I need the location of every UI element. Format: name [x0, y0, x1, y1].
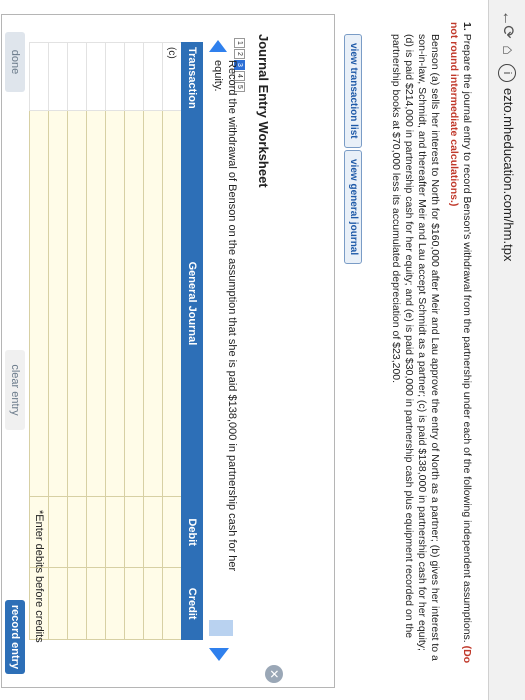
- credit-input[interactable]: [67, 567, 87, 640]
- debit-input[interactable]: [124, 496, 144, 568]
- transaction-cell: [29, 42, 49, 111]
- transaction-cell: [67, 42, 87, 111]
- debit-input[interactable]: [105, 496, 125, 568]
- clear-entry-button[interactable]: clear entry: [5, 350, 25, 430]
- step-2[interactable]: 2: [234, 49, 245, 59]
- worksheet-title: Journal Entry Worksheet: [256, 34, 271, 188]
- view-transaction-list-button[interactable]: view transaction list: [344, 34, 362, 148]
- account-input[interactable]: [124, 110, 144, 497]
- debit-column-header: Debit: [181, 496, 203, 568]
- transaction-column-header: Transaction: [181, 42, 203, 111]
- question-scenario: Benson (a) sells her interest to North f…: [390, 34, 441, 661]
- done-button[interactable]: done: [5, 32, 25, 92]
- table-row: [67, 42, 87, 640]
- debit-input[interactable]: [67, 496, 87, 568]
- debit-input[interactable]: [162, 496, 182, 568]
- reload-icon[interactable]: ⟳: [497, 22, 517, 42]
- table-row: [105, 42, 125, 640]
- transaction-cell: [124, 42, 144, 111]
- transaction-cell: [143, 42, 163, 111]
- rotated-screen: ← ⟳ ⌂ i ezto.mheducation.com/hm.tpx 1. P…: [0, 0, 525, 700]
- account-input[interactable]: [67, 110, 87, 497]
- account-input[interactable]: [143, 110, 163, 497]
- table-row: [143, 42, 163, 640]
- table-row: [124, 42, 144, 640]
- next-arrow-icon[interactable]: [209, 648, 229, 661]
- journal-entry-table: Transaction General Journal Debit Credit…: [29, 42, 203, 640]
- transaction-cell: [48, 42, 68, 111]
- transaction-cell: [86, 42, 106, 111]
- previous-arrow-icon[interactable]: [209, 40, 227, 52]
- question-text: Prepare the journal entry to record Bens…: [461, 33, 473, 643]
- home-icon[interactable]: ⌂: [497, 40, 517, 60]
- table-row: [48, 42, 68, 640]
- step-1[interactable]: 1: [234, 38, 245, 48]
- info-icon[interactable]: i: [498, 64, 516, 82]
- credit-column-header: Credit: [181, 567, 203, 640]
- credit-input[interactable]: [48, 567, 68, 640]
- debits-before-credits-note: *Enter debits before credits: [33, 510, 45, 643]
- account-input[interactable]: [86, 110, 106, 497]
- record-entry-button[interactable]: record entry: [5, 600, 25, 674]
- question-number: 1.: [461, 22, 473, 31]
- view-general-journal-button[interactable]: view general journal: [344, 150, 362, 265]
- credit-input[interactable]: [143, 567, 163, 640]
- credit-input[interactable]: [86, 567, 106, 640]
- account-input[interactable]: [48, 110, 68, 497]
- account-input[interactable]: [162, 110, 182, 497]
- question-prompt: 1. Prepare the journal entry to record B…: [447, 22, 473, 672]
- account-input[interactable]: [105, 110, 125, 497]
- general-journal-column-header: General Journal: [181, 110, 203, 497]
- address-bar[interactable]: ezto.mheducation.com/hm.tpx: [501, 88, 516, 261]
- close-icon[interactable]: ✕: [265, 665, 283, 683]
- credit-input[interactable]: [162, 567, 182, 640]
- credit-input[interactable]: [105, 567, 125, 640]
- next-indicator: [209, 620, 233, 636]
- entry-instruction: Record the withdrawal of Benson on the a…: [212, 60, 238, 572]
- debit-input[interactable]: [143, 496, 163, 568]
- account-input[interactable]: [29, 110, 49, 497]
- debit-input[interactable]: [86, 496, 106, 568]
- table-row: (c): [162, 42, 182, 640]
- debit-input[interactable]: [48, 496, 68, 568]
- table-row: [86, 42, 106, 640]
- transaction-cell: [105, 42, 125, 111]
- browser-toolbar: ← ⟳ ⌂ i ezto.mheducation.com/hm.tpx: [488, 0, 525, 700]
- credit-input[interactable]: [124, 567, 144, 640]
- transaction-cell: (c): [162, 42, 182, 111]
